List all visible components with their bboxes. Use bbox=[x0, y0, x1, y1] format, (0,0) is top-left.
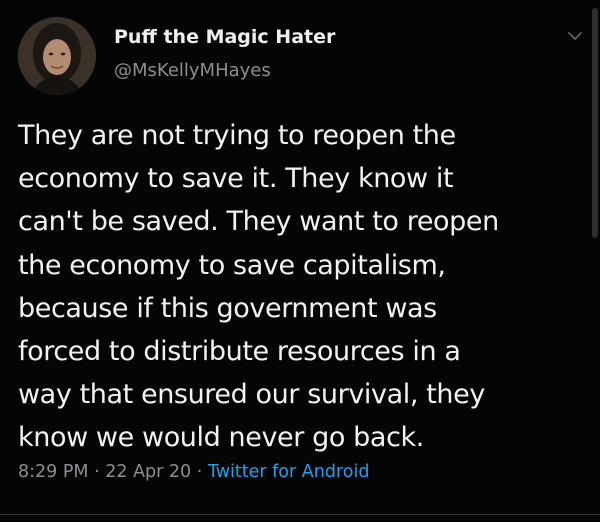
tweet-meta: 8:29 PM · 22 Apr 20 · Twitter for Androi… bbox=[18, 462, 369, 482]
tweet-text-line: forced to distribute resources in a bbox=[18, 336, 461, 368]
tweet-time[interactable]: 8:29 PM bbox=[18, 462, 89, 482]
tweet-text-line: because if this government was bbox=[18, 292, 437, 324]
scrollbar[interactable] bbox=[592, 8, 598, 238]
tweet-text-line: can't be saved. They want to reopen bbox=[18, 206, 499, 238]
tweet-text-line: know we would never go back. bbox=[18, 422, 424, 454]
tweet-text: They are not trying to reopen the econom… bbox=[18, 114, 578, 460]
tweet-text-line: economy to save it. They know it bbox=[18, 163, 454, 195]
tweet-text-line: They are not trying to reopen the bbox=[18, 120, 456, 151]
author-display-name[interactable]: Puff the Magic Hater bbox=[114, 26, 335, 48]
divider bbox=[0, 514, 600, 515]
tweet-card: Puff the Magic Hater @MsKellyMHayes They… bbox=[0, 0, 600, 522]
avatar[interactable] bbox=[18, 17, 96, 95]
meta-separator: · bbox=[196, 462, 203, 482]
author-handle[interactable]: @MsKellyMHayes bbox=[114, 60, 271, 81]
tweet-date[interactable]: 22 Apr 20 bbox=[105, 462, 191, 482]
tweet-text-line: the economy to save capitalism, bbox=[18, 249, 446, 281]
meta-separator: · bbox=[94, 462, 100, 482]
tweet-source-link[interactable]: Twitter for Android bbox=[208, 462, 370, 482]
chevron-down-icon[interactable] bbox=[567, 30, 583, 42]
tweet-text-line: way that ensured our survival, they bbox=[18, 379, 485, 411]
